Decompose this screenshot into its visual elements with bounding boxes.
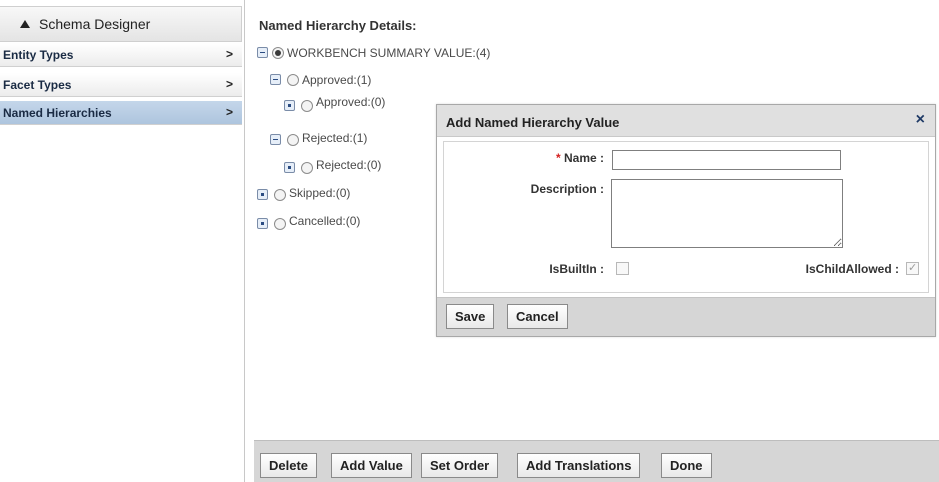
required-marker: *: [555, 151, 561, 165]
done-button[interactable]: Done: [661, 453, 712, 478]
sidebar-item-label: Entity Types: [3, 48, 74, 62]
tree-node-label[interactable]: Approved:(0): [316, 95, 385, 109]
tree-node-radio[interactable]: [272, 47, 284, 59]
leaf-node-icon: [257, 189, 268, 200]
tree-node-label[interactable]: Approved:(1): [302, 73, 371, 87]
tree-node-label[interactable]: Cancelled:(0): [289, 214, 360, 228]
add-named-hierarchy-value-dialog: Add Named Hierarchy Value × * Name : Des…: [436, 104, 936, 337]
sidebar-item-facet-types[interactable]: Facet Types >: [0, 73, 242, 97]
sidebar-item-label: Facet Types: [3, 78, 72, 92]
collapse-toggle-icon[interactable]: [257, 47, 268, 58]
bottom-toolbar: Delete Add Value Set Order Add Translati…: [254, 440, 939, 482]
ischildallowed-checkbox[interactable]: [906, 261, 919, 275]
cancel-button[interactable]: Cancel: [507, 304, 568, 329]
chevron-right-icon: >: [225, 105, 233, 119]
description-label: Description :: [530, 182, 604, 196]
leaf-node-icon: [257, 218, 268, 229]
leaf-node-icon: [284, 100, 295, 111]
name-label: * Name :: [504, 151, 604, 165]
isbuiltin-checkbox[interactable]: [616, 262, 629, 275]
name-field[interactable]: [612, 150, 841, 170]
set-order-button[interactable]: Set Order: [421, 453, 499, 478]
add-translations-button[interactable]: Add Translations: [517, 453, 641, 478]
dialog-header[interactable]: Add Named Hierarchy Value ×: [437, 105, 935, 137]
chevron-right-icon: >: [225, 47, 233, 61]
collapse-toggle-icon[interactable]: [270, 134, 281, 145]
schema-designer-sidebar: Schema Designer Entity Types > Facet Typ…: [0, 0, 245, 482]
description-field[interactable]: [611, 179, 843, 248]
sidebar-title: Schema Designer: [39, 16, 151, 32]
sidebar-item-entity-types[interactable]: Entity Types >: [0, 43, 242, 67]
isbuiltin-label: IsBuiltIn :: [549, 262, 604, 276]
tree-node-radio[interactable]: [287, 134, 299, 146]
collapse-triangle-icon[interactable]: [20, 20, 30, 28]
ischildallowed-label: IsChildAllowed :: [805, 262, 899, 276]
sidebar-item-label: Named Hierarchies: [3, 106, 112, 120]
name-label-text: Name :: [563, 151, 604, 165]
delete-button[interactable]: Delete: [260, 453, 318, 478]
leaf-node-icon: [284, 162, 295, 173]
add-value-button[interactable]: Add Value: [331, 453, 412, 478]
tree-node-radio[interactable]: [274, 189, 286, 201]
dialog-form: * Name : Description : IsBuiltIn : IsChi…: [443, 141, 929, 293]
sidebar-item-named-hierarchies[interactable]: Named Hierarchies >: [0, 101, 242, 125]
dialog-footer: Save Cancel: [437, 297, 935, 336]
tree-node-radio[interactable]: [301, 100, 313, 112]
chevron-right-icon: >: [225, 77, 233, 91]
tree-node-radio[interactable]: [287, 74, 299, 86]
save-button[interactable]: Save: [446, 304, 495, 329]
tree-node-label[interactable]: Rejected:(0): [316, 158, 381, 172]
tree-node-radio[interactable]: [301, 162, 313, 174]
collapse-toggle-icon[interactable]: [270, 74, 281, 85]
tree-node-label[interactable]: Skipped:(0): [289, 186, 350, 200]
page-title: Named Hierarchy Details:: [259, 18, 417, 33]
tree-node-radio[interactable]: [274, 218, 286, 230]
tree-node-label[interactable]: Rejected:(1): [302, 131, 367, 145]
sidebar-header[interactable]: Schema Designer: [0, 6, 242, 42]
dialog-title: Add Named Hierarchy Value: [446, 115, 620, 130]
close-icon[interactable]: ×: [916, 111, 925, 129]
tree-node-label[interactable]: WORKBENCH SUMMARY VALUE:(4): [287, 46, 490, 60]
